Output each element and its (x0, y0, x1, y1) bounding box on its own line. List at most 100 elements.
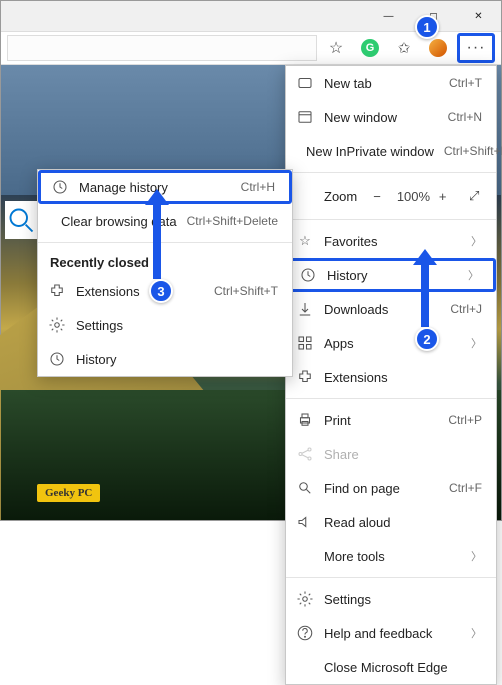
url-input[interactable] (7, 35, 317, 61)
close-icon: ✕ (474, 11, 482, 22)
shortcut-label: Ctrl+T (449, 76, 482, 90)
menu-label: New tab (324, 76, 439, 91)
menu-separator (286, 219, 496, 220)
gear-icon (296, 590, 314, 608)
menu-label: More tools (324, 549, 461, 564)
menu-extensions[interactable]: Extensions (286, 360, 496, 394)
menu-separator (286, 398, 496, 399)
menu-read-aloud[interactable]: Read aloud (286, 505, 496, 539)
gear-icon (48, 316, 66, 334)
menu-share: Share (286, 437, 496, 471)
menu-label: Extensions (324, 370, 482, 385)
favorite-star-button[interactable]: ☆ (321, 33, 351, 63)
watermark-label: Geeky PC (37, 484, 100, 502)
menu-label: New window (324, 110, 438, 125)
history-icon (48, 350, 66, 368)
shortcut-label: Ctrl+J (450, 302, 482, 316)
menu-help[interactable]: Help and feedback 〉 (286, 616, 496, 650)
menu-print[interactable]: Print Ctrl+P (286, 403, 496, 437)
menu-inprivate[interactable]: New InPrivate window Ctrl+Shift+N (286, 134, 496, 168)
menu-label: History (76, 352, 278, 367)
minimize-button[interactable]: — (366, 1, 411, 31)
print-icon (296, 411, 314, 429)
read-aloud-icon (296, 513, 314, 531)
puzzle-icon (48, 282, 66, 300)
menu-label: Find on page (324, 481, 439, 496)
star-icon: ☆ (329, 38, 343, 58)
menu-separator (286, 577, 496, 578)
zoom-value: 100% (397, 189, 423, 204)
menu-label: Favorites (324, 234, 461, 249)
history-icon (299, 266, 317, 284)
submenu-settings[interactable]: Settings (38, 308, 292, 342)
star-icon: ☆ (296, 233, 314, 249)
menu-label: Read aloud (324, 515, 482, 530)
menu-new-tab[interactable]: New tab Ctrl+T (286, 66, 496, 100)
menu-favorites[interactable]: ☆ Favorites 〉 (286, 224, 496, 258)
menu-label: Close Microsoft Edge (324, 660, 482, 675)
menu-settings[interactable]: Settings (286, 582, 496, 616)
shortcut-label: Ctrl+Shift+Delete (187, 214, 278, 228)
zoom-label: Zoom (296, 189, 357, 204)
collections-button[interactable]: ✩ (389, 33, 419, 63)
help-icon (296, 624, 314, 642)
annotation-badge-2: 2 (415, 327, 439, 351)
window-icon (296, 108, 314, 126)
menu-label: Apps (324, 336, 461, 351)
puzzle-icon (296, 368, 314, 386)
menu-apps[interactable]: Apps 〉 (286, 326, 496, 360)
minimize-icon: — (384, 11, 394, 22)
menu-label: Settings (324, 592, 482, 607)
menu-zoom: Zoom − 100% + ⤢ (286, 177, 496, 215)
page-search-button[interactable] (5, 201, 38, 239)
menu-separator (286, 172, 496, 173)
share-icon (296, 445, 314, 463)
menu-label: New InPrivate window (306, 144, 434, 159)
recently-closed-heading: Recently closed (38, 247, 292, 274)
chevron-right-icon: 〉 (471, 625, 482, 641)
ellipsis-icon: ··· (467, 39, 486, 57)
download-icon (296, 300, 314, 318)
menu-label: Help and feedback (324, 626, 461, 641)
shortcut-label: Ctrl+P (448, 413, 482, 427)
grammarly-icon: G (361, 39, 379, 57)
menu-find[interactable]: Find on page Ctrl+F (286, 471, 496, 505)
shortcut-label: Ctrl+F (449, 481, 482, 495)
menu-label: Settings (76, 318, 278, 333)
menu-more-tools[interactable]: More tools 〉 (286, 539, 496, 573)
menu-new-window[interactable]: New window Ctrl+N (286, 100, 496, 134)
close-window-button[interactable]: ✕ (456, 1, 501, 31)
find-icon (296, 479, 314, 497)
search-icon (5, 204, 38, 237)
annotation-badge-1: 1 (415, 15, 439, 39)
grammarly-button[interactable]: G (355, 33, 385, 63)
tab-icon (296, 74, 314, 92)
menu-label: Print (324, 413, 438, 428)
zoom-in-button[interactable]: + (431, 189, 455, 204)
shortcut-label: Ctrl+N (448, 110, 482, 124)
menu-close-edge[interactable]: Close Microsoft Edge (286, 650, 496, 684)
shortcut-label: Ctrl+Shift+T (214, 284, 278, 298)
chevron-right-icon: 〉 (471, 233, 482, 249)
chevron-right-icon: 〉 (471, 335, 482, 351)
submenu-clear-data[interactable]: Clear browsing data Ctrl+Shift+Delete (38, 204, 292, 238)
shortcut-label: Ctrl+Shift+N (444, 144, 502, 158)
chevron-right-icon: 〉 (468, 267, 479, 283)
menu-label: History (327, 268, 458, 283)
menu-history[interactable]: History 〉 (286, 258, 496, 292)
more-menu-button[interactable]: ··· (457, 33, 495, 63)
annotation-badge-3: 3 (149, 279, 173, 303)
fullscreen-button[interactable]: ⤢ (462, 188, 486, 204)
menu-separator (38, 242, 292, 243)
chevron-right-icon: 〉 (471, 548, 482, 564)
history-icon (51, 178, 69, 196)
menu-downloads[interactable]: Downloads Ctrl+J (286, 292, 496, 326)
menu-label: Share (324, 447, 482, 462)
main-menu: New tab Ctrl+T New window Ctrl+N New InP… (285, 65, 497, 685)
collections-icon: ✩ (398, 39, 411, 57)
apps-icon (296, 334, 314, 352)
menu-label: Extensions (76, 284, 204, 299)
profile-icon (429, 39, 447, 57)
zoom-out-button[interactable]: − (365, 189, 389, 204)
submenu-history[interactable]: History (38, 342, 292, 376)
